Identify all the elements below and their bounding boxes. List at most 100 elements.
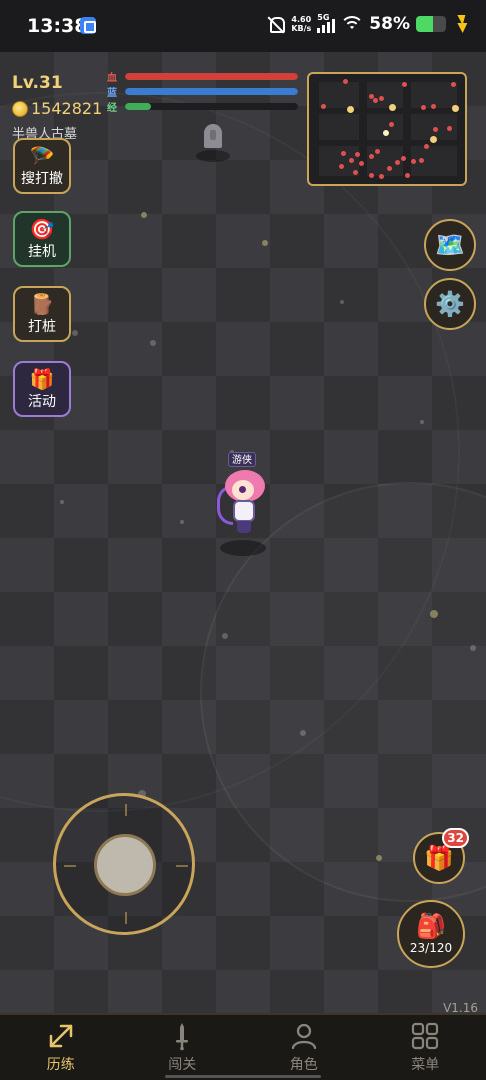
- minimap-enemy-marker: [387, 166, 392, 171]
- floor-speck: [262, 240, 268, 246]
- training-dummy-label: 打桩: [28, 318, 56, 335]
- battery-fill: [416, 16, 434, 32]
- minimap-enemy-marker: [369, 173, 374, 178]
- virtual-joystick[interactable]: [53, 793, 195, 935]
- nav-tab-stages[interactable]: 闯关: [122, 1015, 244, 1080]
- floor-speck: [72, 330, 78, 336]
- joystick-tick: [64, 865, 76, 867]
- home-indicator: [165, 1075, 321, 1078]
- parachute-icon: 🪂: [29, 143, 55, 168]
- coin-icon: [12, 100, 28, 117]
- gift-count-badge: 32: [442, 828, 469, 848]
- gift-box-icon: 🎁: [424, 844, 454, 872]
- target-icon: 🎯: [29, 216, 55, 241]
- nav-label: 菜单: [411, 1057, 440, 1073]
- events-label: 活动: [28, 393, 56, 410]
- joystick-tick: [125, 804, 127, 816]
- minimap-enemy-marker: [395, 160, 400, 165]
- expand-arrows-icon: [49, 1024, 72, 1048]
- idle-label: 挂机: [28, 243, 56, 260]
- gear-icon: ⚙️: [435, 290, 465, 318]
- joystick-tick: [125, 912, 127, 924]
- hp-bar: 血: [107, 69, 298, 84]
- status-bar: 13:38 4.60 KB/s 5G 58%: [0, 0, 486, 52]
- network-speed-value: 4.60: [291, 15, 312, 24]
- status-indicators: 4.60 KB/s 5G 58%: [267, 13, 466, 34]
- minimap-chest-marker: [430, 136, 437, 143]
- clock: 13:38: [27, 15, 88, 37]
- stat-bars: 血 蓝 经: [107, 69, 298, 114]
- minimap-enemy-marker: [424, 144, 429, 149]
- minimap-enemy-marker: [402, 82, 407, 87]
- nav-tab-training[interactable]: 历练: [0, 1015, 122, 1080]
- grid-icon: [412, 1022, 439, 1050]
- minimap-chest-marker: [389, 104, 396, 111]
- network-type: 5G: [317, 13, 330, 22]
- minimap-enemy-marker: [431, 104, 436, 109]
- floor-speck: [430, 610, 438, 618]
- training-stump-icon: 🪵: [29, 291, 55, 316]
- cell-signal-icon: 5G: [317, 13, 336, 33]
- backpack-icon: 🎒: [416, 912, 446, 940]
- minimap-enemy-marker: [341, 151, 346, 156]
- mp-label: 蓝: [107, 88, 117, 99]
- minimap-enemy-marker: [353, 170, 358, 175]
- floor-speck: [222, 633, 228, 639]
- idle-button[interactable]: 🎯 挂机: [13, 211, 71, 267]
- person-icon: [291, 1023, 316, 1050]
- floor-speck: [420, 420, 424, 424]
- minimap-enemy-marker: [379, 174, 384, 179]
- sword-icon: [176, 1023, 189, 1051]
- hp-label: 血: [107, 73, 117, 84]
- minimap-enemy-marker: [359, 161, 364, 166]
- nav-tab-menu[interactable]: 菜单: [365, 1015, 486, 1080]
- minimap-enemy-marker: [389, 122, 394, 127]
- minimap-chest-marker: [347, 106, 354, 113]
- nav-label: 历练: [46, 1057, 75, 1073]
- minimap-enemy-marker: [447, 126, 452, 131]
- network-speed: 4.60 KB/s: [291, 15, 311, 33]
- floor-speck: [150, 340, 156, 346]
- training-dummy-button[interactable]: 🪵 打桩: [13, 286, 71, 342]
- inventory-button[interactable]: 🎒 23/120: [397, 900, 465, 968]
- floor-speck: [340, 300, 344, 304]
- floor-speck: [60, 500, 64, 504]
- minimap-enemy-marker: [373, 98, 378, 103]
- tombstone[interactable]: [196, 122, 230, 166]
- gold-counter: 1542821: [12, 99, 102, 118]
- minimap-enemy-marker: [349, 158, 354, 163]
- minimap-enemy-marker: [369, 154, 374, 159]
- minimap-enemy-marker: [339, 164, 344, 169]
- class-tag: 游侠: [228, 452, 256, 467]
- minimap-enemy-marker: [401, 156, 406, 161]
- minimap-enemy-marker: [321, 104, 326, 109]
- mute-icon: [267, 15, 286, 33]
- floor-speck: [300, 730, 306, 736]
- player-character[interactable]: 游侠: [212, 450, 274, 560]
- hp-fill: [125, 73, 298, 80]
- search-loot-button[interactable]: 🪂 搜打撤: [13, 138, 71, 194]
- nav-tab-character[interactable]: 角色: [243, 1015, 365, 1080]
- mp-fill: [125, 88, 298, 95]
- battery-percent: 58%: [369, 14, 410, 34]
- world-map-button[interactable]: 🗺️: [424, 219, 476, 271]
- minimap-enemy-marker: [433, 127, 438, 132]
- minimap[interactable]: [307, 72, 467, 186]
- gift-button[interactable]: 🎁 32: [413, 828, 469, 884]
- minimap-enemy-marker: [421, 105, 426, 110]
- minimap-enemy-marker: [379, 96, 384, 101]
- joystick-knob[interactable]: [94, 834, 156, 896]
- minimap-chest-marker: [452, 105, 459, 112]
- events-button[interactable]: 🎁 活动: [13, 361, 71, 417]
- nav-label: 角色: [289, 1057, 318, 1073]
- minimap-player-marker: [381, 128, 391, 138]
- joystick-tick: [176, 865, 188, 867]
- bottom-nav: 历练 闯关 角色 菜单: [0, 1013, 486, 1080]
- minimap-enemy-marker: [411, 159, 416, 164]
- player-level: Lv.31: [12, 73, 63, 93]
- network-speed-unit: KB/s: [291, 24, 312, 33]
- search-loot-label: 搜打撤: [21, 170, 63, 187]
- minimap-enemy-marker: [343, 79, 348, 84]
- minimap-enemy-marker: [375, 149, 380, 154]
- settings-button[interactable]: ⚙️: [424, 278, 476, 330]
